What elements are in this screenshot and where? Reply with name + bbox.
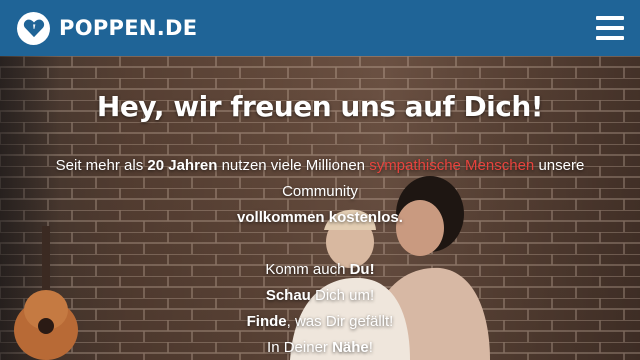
intro-highlight-link[interactable]: sympathische Menschen xyxy=(369,157,534,174)
cta-line-text: In Deiner xyxy=(267,339,333,356)
cta-line-2: Schau Dich um! xyxy=(0,283,640,309)
hero-content: Hey, wir freuen uns auf Dich! Seit mehr … xyxy=(0,56,640,360)
cta-line-1: Komm auch Du! xyxy=(0,257,640,283)
intro-line-2: Community xyxy=(282,183,358,200)
cta-line-3: Finde, was Dir gefällt! xyxy=(0,309,640,335)
cta-line-text: Komm auch xyxy=(265,261,350,278)
hamburger-menu-icon[interactable] xyxy=(596,16,624,40)
hero-title: Hey, wir freuen uns auf Dich! xyxy=(96,90,544,123)
logo-badge xyxy=(17,11,50,45)
brand-logo-link[interactable]: POPPEN.DE xyxy=(17,11,198,45)
intro-line-3: vollkommen kostenlos. xyxy=(237,209,403,226)
menu-bar xyxy=(596,36,624,40)
intro-line-1: Seit mehr als 20 Jahren nutzen viele Mil… xyxy=(0,153,640,179)
heart-icon xyxy=(23,19,44,38)
cta-line-bold: Schau xyxy=(265,287,311,304)
menu-bar xyxy=(596,26,624,30)
intro-middle: nutzen viele Millionen xyxy=(217,157,370,174)
intro-suffix: unsere xyxy=(534,157,585,174)
top-navbar: POPPEN.DE xyxy=(0,0,640,56)
intro-prefix: Seit mehr als xyxy=(55,157,148,174)
cta-line-text: , was Dir gefällt! xyxy=(286,313,394,330)
intro-years: 20 Jahren xyxy=(147,157,218,174)
cta-line-bold: Finde xyxy=(246,313,287,330)
cta-line-tail: ! xyxy=(368,339,373,356)
intro-paragraph: Seit mehr als 20 Jahren nutzen viele Mil… xyxy=(0,153,640,231)
cta-line-bold: Du! xyxy=(349,261,375,278)
cta-lines: Komm auch Du! Schau Dich um! Finde, was … xyxy=(0,257,640,360)
cta-line-4: In Deiner Nähe! xyxy=(0,335,640,360)
cta-line-text: Dich um! xyxy=(310,287,375,304)
brand-name: POPPEN.DE xyxy=(59,16,198,40)
menu-bar xyxy=(596,16,624,20)
cta-line-bold: Nähe xyxy=(332,339,369,356)
